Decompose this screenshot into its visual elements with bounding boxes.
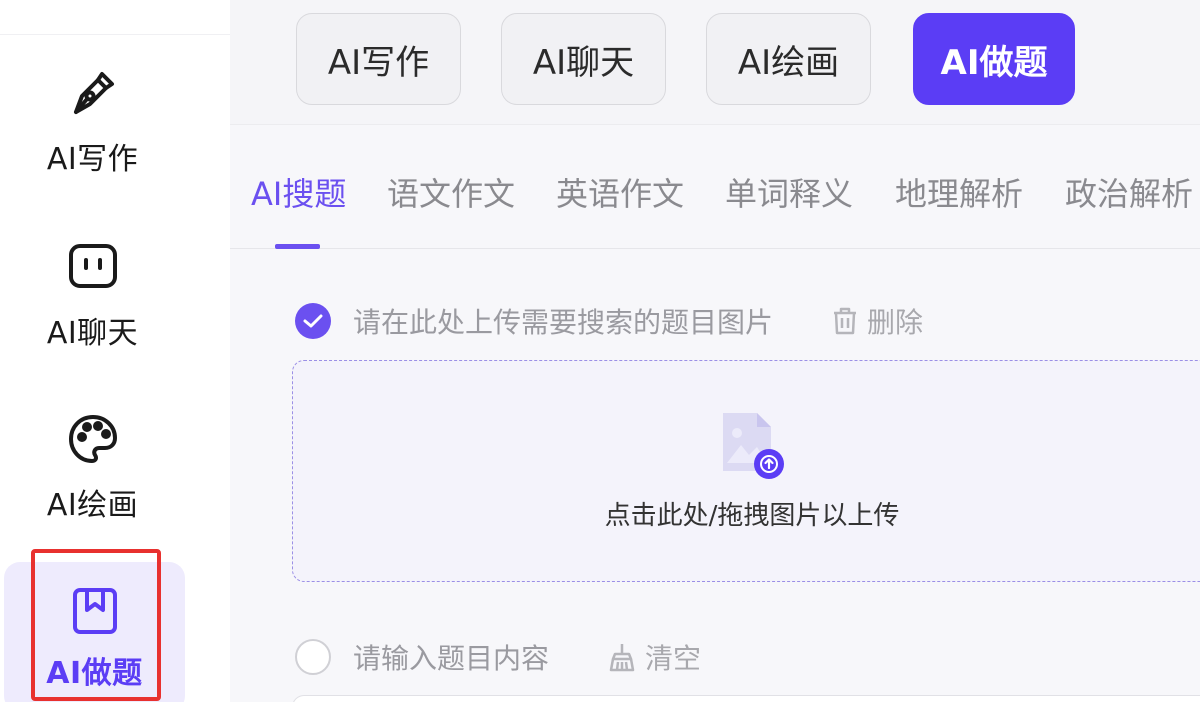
bookmark-book-icon bbox=[68, 584, 122, 638]
clear-label: 清空 bbox=[645, 642, 702, 675]
clear-button[interactable]: 清空 bbox=[607, 637, 701, 677]
image-option-radio[interactable] bbox=[295, 303, 331, 339]
tab-ai-painting[interactable]: AI绘画 bbox=[706, 13, 871, 105]
subtab-english-essay[interactable]: 英语作文 bbox=[556, 169, 684, 215]
text-option-label: 请输入题目内容 bbox=[353, 642, 550, 675]
sidebar-item-ai-painting[interactable]: AI绘画 bbox=[0, 412, 185, 524]
subtab-chinese-essay[interactable]: 语文作文 bbox=[387, 169, 515, 215]
sidebar-item-ai-chat[interactable]: AI聊天 bbox=[0, 240, 185, 352]
trash-icon bbox=[831, 306, 859, 336]
sub-tabs: AI搜题 语文作文 英语作文 单词释义 地理解析 政治解析 bbox=[230, 125, 1200, 249]
sidebar-item-label: AI聊天 bbox=[46, 316, 139, 351]
image-option-label: 请在此处上传需要搜索的题目图片 bbox=[353, 306, 774, 339]
palette-icon bbox=[66, 412, 120, 466]
broom-icon bbox=[607, 642, 637, 672]
top-tabs: AI写作 AI聊天 AI绘画 AI做题 bbox=[230, 0, 1200, 124]
image-upload-dropzone[interactable]: 点击此处/拖拽图片以上传 bbox=[292, 360, 1200, 582]
sidebar-item-ai-writing[interactable]: AI写作 bbox=[0, 66, 185, 178]
sidebar-item-ai-homework[interactable]: AI做题 bbox=[4, 562, 185, 702]
chat-bot-icon bbox=[66, 240, 120, 294]
subtab-politics-analysis[interactable]: 政治解析 bbox=[1065, 169, 1193, 215]
subtab-word-definition[interactable]: 单词释义 bbox=[725, 169, 853, 215]
image-upload-icon bbox=[717, 409, 787, 481]
sidebar-item-label: AI做题 bbox=[46, 656, 143, 691]
pen-nib-icon bbox=[66, 66, 120, 120]
check-icon bbox=[303, 314, 323, 328]
tab-ai-chat[interactable]: AI聊天 bbox=[501, 13, 666, 105]
tab-ai-writing[interactable]: AI写作 bbox=[296, 13, 461, 105]
sidebar-item-label: AI绘画 bbox=[46, 488, 139, 523]
text-option-radio[interactable] bbox=[295, 639, 331, 675]
main-content: AI写作 AI聊天 AI绘画 AI做题 AI搜题 语文作文 英语作文 单词释义 … bbox=[230, 0, 1200, 702]
dropzone-text: 点击此处/拖拽图片以上传 bbox=[604, 501, 900, 531]
homework-panel: AI搜题 语文作文 英语作文 单词释义 地理解析 政治解析 请在此处上传需要搜索… bbox=[230, 124, 1200, 702]
sidebar-item-label: AI写作 bbox=[46, 142, 139, 177]
subtab-ai-search[interactable]: AI搜题 bbox=[251, 169, 346, 215]
sidebar: AI写作 AI聊天 AI绘画 AI做题 bbox=[0, 0, 230, 702]
question-text-input[interactable] bbox=[292, 695, 1200, 702]
tab-ai-homework[interactable]: AI做题 bbox=[913, 13, 1075, 105]
text-option-row: 请输入题目内容 清空 bbox=[295, 637, 701, 677]
active-tab-indicator bbox=[275, 244, 320, 249]
image-option-row: 请在此处上传需要搜索的题目图片 删除 bbox=[295, 301, 923, 341]
subtab-geography-analysis[interactable]: 地理解析 bbox=[895, 169, 1023, 215]
delete-button[interactable]: 删除 bbox=[831, 301, 923, 341]
delete-label: 删除 bbox=[867, 306, 924, 339]
sidebar-divider bbox=[0, 34, 230, 35]
